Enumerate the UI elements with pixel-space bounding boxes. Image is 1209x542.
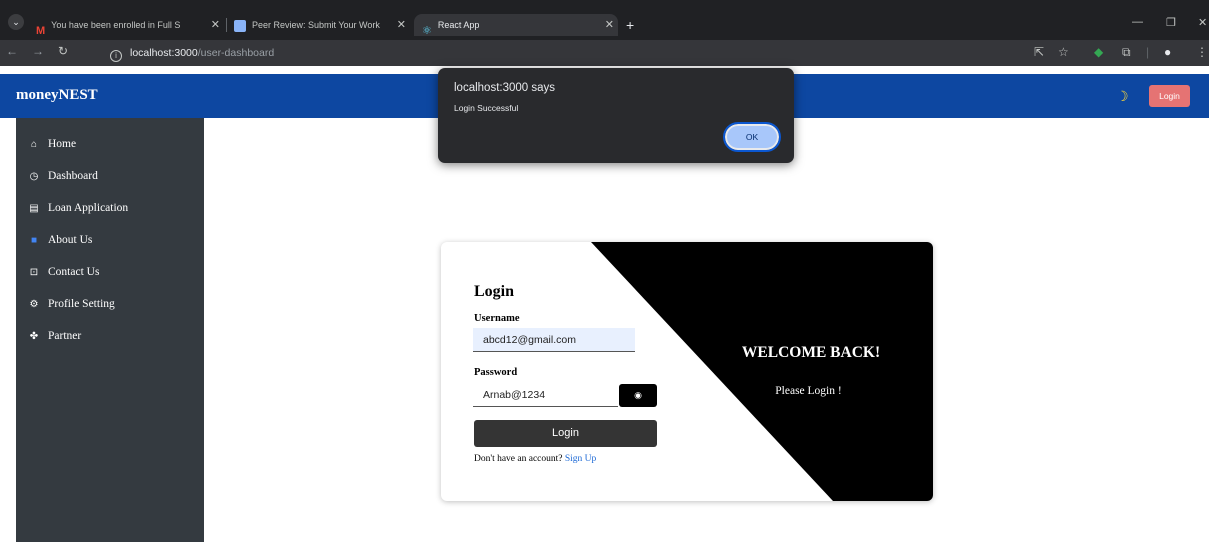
welcome-panel-bg — [591, 242, 933, 501]
tab-title: React App — [437, 20, 480, 30]
back-icon[interactable]: ← — [6, 44, 18, 58]
close-tab-icon[interactable]: ✕ — [397, 14, 406, 36]
tab-title: You have been enrolled in Full S — [51, 20, 181, 30]
tab-react-app[interactable]: ⚛ React App ✕ — [414, 14, 618, 36]
welcome-heading: WELCOME BACK! — [741, 344, 881, 361]
tab-separator — [226, 18, 227, 32]
username-input[interactable]: abcd12@gmail.com — [473, 328, 635, 352]
header-login-button[interactable]: Login — [1149, 85, 1190, 107]
settings-icon: ⚙ — [29, 299, 39, 310]
dialog-ok-button[interactable]: OK — [723, 122, 781, 152]
sidebar-item-label: Contact Us — [48, 266, 100, 278]
page-icon — [234, 19, 246, 32]
forward-icon[interactable]: → — [32, 44, 44, 58]
about-icon: ■ — [30, 235, 38, 246]
sidebar-item-partner[interactable]: ✤ Partner — [28, 327, 81, 345]
sidebar-item-profile-setting[interactable]: ⚙ Profile Setting — [28, 295, 115, 313]
close-tab-icon[interactable]: ✕ — [605, 14, 614, 36]
dashboard-icon: ◷ — [29, 171, 39, 182]
react-icon: ⚛ — [422, 24, 432, 36]
username-label: Username — [474, 313, 520, 324]
sidebar-item-loan-application[interactable]: ▤ Loan Application — [28, 199, 128, 217]
login-title: Login — [474, 283, 515, 300]
sidebar-item-label: Profile Setting — [48, 298, 115, 310]
gmail-icon: M — [36, 24, 46, 36]
address-bar[interactable]: i localhost:3000/user-dashboard — [100, 43, 1020, 63]
toolbar-divider: | — [1146, 45, 1150, 59]
sidebar-item-dashboard[interactable]: ◷ Dashboard — [28, 167, 98, 185]
sidebar-item-label: Partner — [48, 330, 82, 342]
close-tab-icon[interactable]: ✕ — [211, 14, 220, 36]
url-path: /user-dashboard — [197, 47, 275, 59]
signup-prompt: Don't have an account? Sign Up — [474, 454, 596, 464]
home-icon: ⌂ — [30, 139, 37, 150]
minimize-icon[interactable]: — — [1132, 16, 1143, 28]
bookmark-star-icon[interactable]: ☆ — [1058, 45, 1069, 59]
reload-icon[interactable]: ↻ — [58, 44, 68, 58]
sidebar-item-label: About Us — [48, 234, 93, 246]
show-password-button[interactable]: ◉ — [619, 384, 657, 407]
alert-dialog: localhost:3000 says Login Successful OK — [438, 68, 794, 163]
extension-shield-icon[interactable]: ◆ — [1094, 45, 1103, 59]
contact-icon: ⊡ — [29, 267, 39, 278]
close-window-icon[interactable]: ✕ — [1198, 16, 1207, 29]
password-label: Password — [474, 367, 518, 378]
no-account-text: Don't have an account? — [474, 454, 563, 464]
tab-title: Peer Review: Submit Your Work — [252, 20, 380, 30]
password-input[interactable]: Arnab@1234 — [473, 383, 618, 407]
new-tab-icon[interactable]: + — [626, 14, 634, 36]
url-host: localhost:3000 — [130, 47, 198, 59]
login-submit-button[interactable]: Login — [474, 420, 657, 447]
signup-link[interactable]: Sign Up — [565, 454, 596, 464]
tab-peer-review[interactable]: Peer Review: Submit Your Work ✕ — [234, 14, 410, 36]
loan-icon: ▤ — [29, 203, 39, 214]
login-card: Login Username abcd12@gmail.com Password… — [441, 242, 933, 501]
tab-gmail[interactable]: M You have been enrolled in Full S ✕ — [36, 14, 224, 36]
site-info-icon[interactable]: i — [110, 50, 122, 62]
sidebar-item-label: Dashboard — [48, 170, 98, 182]
dialog-title: localhost:3000 says — [454, 82, 556, 94]
sidebar-item-about-us[interactable]: ■ About Us — [28, 231, 92, 249]
dialog-message: Login Successful — [454, 103, 519, 113]
sidebar: ⌂ Home ◷ Dashboard ▤ Loan Application ■ Abou… — [16, 118, 204, 542]
brand-logo[interactable]: moneyNEST — [16, 87, 98, 104]
welcome-subtext: Please Login ! — [775, 385, 842, 397]
browser-menu-icon[interactable]: ⋮ — [1196, 45, 1208, 59]
sidebar-item-contact-us[interactable]: ⊡ Contact Us — [28, 263, 100, 281]
sidebar-item-label: Loan Application — [48, 202, 129, 214]
profile-avatar-icon[interactable]: ● — [1164, 45, 1171, 59]
moon-icon[interactable]: ☽ — [1116, 88, 1129, 105]
extensions-puzzle-icon[interactable]: ⧉ — [1122, 45, 1131, 59]
restore-icon[interactable]: ❐ — [1166, 16, 1176, 29]
sidebar-item-label: Home — [48, 138, 77, 150]
browser-tab-strip: ⌄ M You have been enrolled in Full S ✕ Pe… — [0, 0, 1209, 40]
sidebar-item-home[interactable]: ⌂ Home — [28, 135, 76, 153]
install-app-icon[interactable]: ⇱ — [1034, 45, 1044, 59]
browser-toolbar: ← → ↻ i localhost:3000/user-dashboard ⇱ ☆… — [0, 40, 1209, 66]
eye-icon: ◉ — [634, 390, 642, 400]
tab-search-icon[interactable]: ⌄ — [8, 14, 24, 30]
partner-icon: ✤ — [29, 331, 39, 342]
